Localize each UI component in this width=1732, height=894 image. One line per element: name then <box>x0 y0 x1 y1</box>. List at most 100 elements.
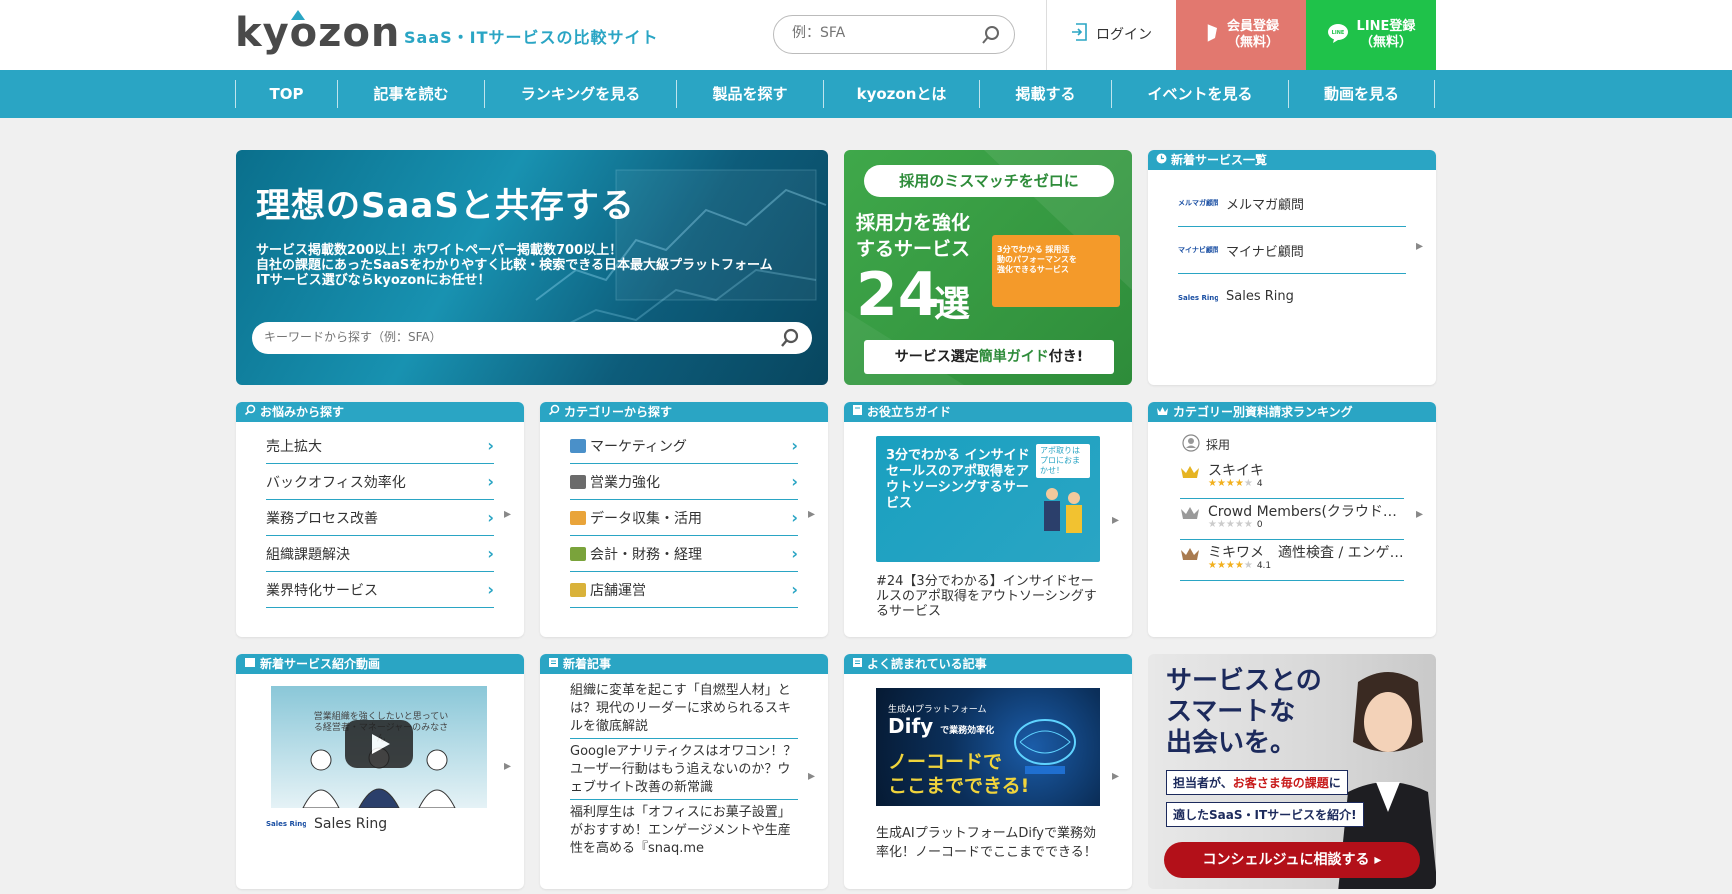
line-register-button[interactable]: LINE LINE登録 （無料） <box>1306 0 1436 70</box>
next-arrow-icon[interactable]: ▸ <box>504 758 511 774</box>
member-register-button[interactable]: 会員登録 （無料） <box>1176 0 1306 70</box>
nav-articles[interactable]: 記事を読む <box>337 80 484 108</box>
site-logo[interactable]: kyozon <box>235 10 400 56</box>
video-caption[interactable]: Sales Ring Sales Ring <box>266 816 387 832</box>
nav-products[interactable]: 製品を探す <box>676 80 823 108</box>
category-item[interactable]: データ収集・活用 › <box>570 500 798 536</box>
nav-top[interactable]: TOP <box>235 80 337 108</box>
ranking-title: カテゴリー別資料請求ランキング <box>1173 405 1353 419</box>
category-label: 営業力強化 <box>590 474 660 491</box>
crown-icon <box>1156 402 1169 422</box>
nav-videos[interactable]: 動画を見る <box>1288 80 1435 108</box>
video-thumbnail[interactable]: 営業組織を強くしたいと思っている経営者・マネージャーのみなさん <box>271 686 487 808</box>
ranking-item-name: ミキワメ 適性検査 / エンゲ… <box>1208 545 1404 561</box>
rating-value: 0 <box>1256 520 1263 530</box>
ranking-item[interactable]: Crowd Members(クラウド… ★★★★★ 0 <box>1180 499 1404 540</box>
worry-label: 組織課題解決 <box>266 546 350 563</box>
bar-chart-icon <box>570 510 586 525</box>
chevron-right-icon: › <box>791 580 798 599</box>
login-icon <box>1070 22 1088 46</box>
nav-about[interactable]: kyozonとは <box>823 80 979 108</box>
video-logo: Sales Ring <box>266 820 306 828</box>
categories-header: カテゴリーから探す <box>540 402 828 422</box>
new-service-item[interactable]: Sales Ring Sales Ring <box>1178 274 1406 304</box>
next-arrow-icon[interactable]: ▸ <box>1112 512 1119 528</box>
new-service-item[interactable]: メルマガ顧問 メルマガ顧問 <box>1178 180 1406 227</box>
concierge-consult-button[interactable]: コンシェルジュに相談する ▸ <box>1164 842 1420 878</box>
hero-sub-3: ITサービス選びならkyozonにお任せ！ <box>256 273 491 288</box>
category-item[interactable]: マーケティング › <box>570 428 798 464</box>
hero-search-input[interactable] <box>264 330 764 344</box>
promo-headline: 採用のミスマッチをゼロに <box>864 165 1114 197</box>
next-arrow-icon[interactable]: ▸ <box>808 768 815 784</box>
recruit-promo-banner[interactable]: 採用のミスマッチをゼロに 採用力を強化 するサービス 24 選 3分でわかる 採… <box>844 150 1132 385</box>
service-name: Sales Ring <box>1226 289 1294 304</box>
guide-thumbnail[interactable]: 3分でわかる インサイドセールスのアポ取得をアウトソーシングするサービス アポ取… <box>876 436 1100 562</box>
new-service-item[interactable]: マイナビ顧問 マイナビ顧問 <box>1178 227 1406 274</box>
member-label-2: （無料） <box>1226 35 1279 50</box>
clapper-icon <box>244 654 256 674</box>
guide-image-text: 3分でわかる インサイドセールスのアポ取得をアウトソーシングするサービス <box>886 448 1030 511</box>
news-item[interactable]: 福利厚生は「オフィスにお菓子設置」がおすすめ！エンゲージメントや生産性を高める『… <box>570 804 798 861</box>
ranking-card: カテゴリー別資料請求ランキング 採用 スキイキ ★★★★★ 4 Crowd Mem… <box>1148 402 1436 637</box>
newspaper-icon <box>852 654 863 674</box>
service-name: メルマガ顧問 <box>1226 197 1305 213</box>
svg-text:LINE: LINE <box>1331 30 1344 36</box>
gold-crown-icon <box>1180 464 1200 478</box>
categories-card: カテゴリーから探す マーケティング › 営業力強化 › データ収集・活用 › 会計・財… <box>540 402 828 637</box>
categories-list: マーケティング › 営業力強化 › データ収集・活用 › 会計・財務・経理 › 店舗運営… <box>540 422 828 608</box>
nav-listing[interactable]: 掲載する <box>979 80 1111 108</box>
next-arrow-icon[interactable]: ▸ <box>504 506 511 522</box>
worry-item[interactable]: バックオフィス効率化 › <box>266 464 494 500</box>
popular-thumbnail[interactable]: 生成AIプラットフォーム Dify で業務効率化 ノーコードで ここまでできる! <box>876 688 1100 806</box>
category-item[interactable]: 会計・財務・経理 › <box>570 536 798 572</box>
video-header: 新着サービス紹介動画 <box>236 654 524 674</box>
popular-caption[interactable]: 生成AIプラットフォームDifyで業務効率化！ノーコードでここまでできる！ <box>876 824 1104 862</box>
next-arrow-icon[interactable]: ▸ <box>1416 506 1423 522</box>
next-arrow-icon[interactable]: ▸ <box>1112 768 1119 784</box>
news-item[interactable]: 組織に変革を起こす「自燃型人材」とは？現代のリーダーに求められるスキルを徹底解説 <box>570 682 798 739</box>
member-label-1: 会員登録 <box>1226 19 1279 34</box>
hero-subtitle: サービス掲載数200以上！ホワイトペーパー掲載数700以上！ 自社の課題にあった… <box>256 243 816 288</box>
login-link[interactable]: ログイン <box>1070 22 1152 46</box>
nav-events[interactable]: イベントを見る <box>1111 80 1288 108</box>
popular-card: よく読まれている記事 生成AIプラットフォーム Dify で業務効率化 ノーコー… <box>844 654 1132 889</box>
play-button[interactable] <box>345 720 413 768</box>
category-label: データ収集・活用 <box>590 510 702 527</box>
concierge-title-1: サービスとの <box>1166 666 1322 696</box>
chevron-right-icon: › <box>487 580 494 599</box>
new-services-header: 新着サービス一覧 <box>1148 150 1436 170</box>
next-arrow-icon[interactable]: ▸ <box>808 506 815 522</box>
ranking-category: 採用 <box>1182 434 1230 455</box>
category-item[interactable]: 営業力強化 › <box>570 464 798 500</box>
guide-caption[interactable]: #24【3分でわかる】インサイドセールスのアポ取得をアウトソーシングするサービス <box>876 574 1104 619</box>
video-title: 新着サービス紹介動画 <box>260 657 381 671</box>
category-item[interactable]: 店舗運営 › <box>570 572 798 608</box>
hero-search[interactable] <box>252 322 812 354</box>
promo-document-image: 3分でわかる 採用活動のパフォーマンスを強化できるサービス <box>992 235 1120 307</box>
worry-item[interactable]: 組織課題解決 › <box>266 536 494 572</box>
concierge-line-1b: お客さま毎の課題 <box>1232 776 1329 790</box>
popular-title: よく読まれている記事 <box>867 657 987 671</box>
concierge-line-2: 適したSaaS・ITサービスを紹介! <box>1166 802 1364 827</box>
ranking-item-name: Crowd Members(クラウド… <box>1208 504 1397 520</box>
search-icon[interactable] <box>980 24 1002 50</box>
chevron-right-icon: › <box>791 544 798 563</box>
search-icon <box>244 402 256 422</box>
header-search-input[interactable] <box>792 25 962 41</box>
newspaper-icon <box>548 654 559 674</box>
header-search[interactable] <box>773 15 1015 54</box>
ranking-item[interactable]: ミキワメ 適性検査 / エンゲ… ★★★★★ 4.1 <box>1180 540 1404 581</box>
next-arrow-icon[interactable]: ▸ <box>1416 238 1423 254</box>
ranking-item[interactable]: スキイキ ★★★★★ 4 <box>1180 458 1404 499</box>
worry-item[interactable]: 売上拡大 › <box>266 428 494 464</box>
guide-title: お役立ちガイド <box>867 405 952 419</box>
worry-item[interactable]: 業界特化サービス › <box>266 572 494 608</box>
guide-header: お役立ちガイド <box>844 402 1132 422</box>
nav-ranking[interactable]: ランキングを見る <box>484 80 676 108</box>
news-list: 組織に変革を起こす「自燃型人材」とは？現代のリーダーに求められるスキルを徹底解説… <box>540 674 828 861</box>
bronze-crown-icon <box>1180 546 1200 560</box>
search-icon[interactable] <box>780 328 800 352</box>
worry-item[interactable]: 業務プロセス改善 › <box>266 500 494 536</box>
news-item[interactable]: Googleアナリティクスはオワコン！？ユーザー行動はもう追えないのか？ウェブサ… <box>570 743 798 800</box>
